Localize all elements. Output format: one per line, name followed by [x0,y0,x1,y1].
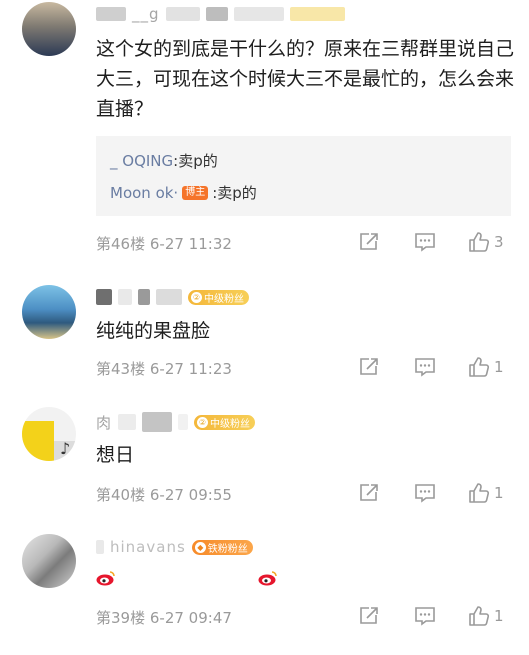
username-row[interactable]: ② 中级粉丝 [96,287,249,307]
like-count: 1 [494,484,504,502]
badge-label: 中级粉丝 [210,418,251,430]
share-button[interactable] [358,357,380,377]
timestamp: 6-27 11:23 [149,360,232,378]
floor-number: 第40楼 [96,486,146,504]
reply-line[interactable]: _ OQING : 卖p的 [110,150,218,171]
comment-text: 这个女的到底是干什么的？原来在三帮群里说自己大三，可现在这个时候大三不是最忙的，… [96,38,515,120]
thumb-up-icon [469,606,490,626]
share-button[interactable] [358,606,380,626]
reply-username[interactable]: _ OQING [110,152,173,170]
reply-preview[interactable]: _ OQING : 卖p的 Moon ok· 博主 : 卖p的 [96,136,511,216]
like-button[interactable]: 3 [468,232,504,252]
share-icon [360,358,378,375]
username[interactable]: hinavans [110,538,186,556]
like-button[interactable]: 1 [468,483,504,503]
host-tag: 博主 [182,185,209,200]
share-button[interactable] [358,232,380,252]
reply-line[interactable]: Moon ok· 博主 : 卖p的 [110,182,257,203]
floor-number: 第39楼 [96,609,146,627]
username-row[interactable]: 肉 ② 中级粉丝 [96,412,256,433]
comment-meta: 第40楼 6-27 09:55 [96,484,232,505]
thumb-up-icon [469,483,490,503]
timestamp: 6-27 11:32 [149,235,232,253]
badge-label: 中级粉丝 [204,293,244,305]
fan-badge-icon: ② [197,416,209,428]
reply-button[interactable] [414,232,436,252]
weibo-emoji-icon [96,571,115,586]
share-icon [360,607,378,624]
timestamp: 6-27 09:55 [149,486,232,504]
comment-meta: 第46楼 6-27 11:32 [96,233,232,254]
comment-icon [415,484,435,503]
fan-level-badge: ② 中级粉丝 [194,414,256,430]
avatar[interactable] [22,2,76,56]
avatar[interactable] [22,534,76,588]
floor-number: 第43楼 [96,360,146,378]
like-button[interactable]: 1 [468,357,504,377]
share-button[interactable] [358,483,380,503]
share-icon [360,233,378,250]
username[interactable]: __g [132,5,160,23]
weibo-emoji-icon [258,571,277,586]
comment-actions: 1 [358,483,518,505]
like-count: 3 [494,233,504,251]
comment-meta: 第43楼 6-27 11:23 [96,358,232,379]
comment-actions: 1 [358,606,518,628]
comment-text: 纯纯的果盘脸 [96,320,211,342]
username-row[interactable]: __g [96,4,345,24]
comment-actions: 1 [358,357,518,379]
username[interactable]: 肉 [96,412,112,433]
fan-level-badge: ◆ 铁粉粉丝 [191,539,253,555]
fan-badge-icon: ② [191,291,202,303]
fan-level-badge: ② 中级粉丝 [188,289,249,305]
like-button[interactable]: 1 [468,606,504,626]
like-count: 1 [494,358,504,376]
like-count: 1 [494,607,504,625]
fan-badge-icon: ◆ [194,541,206,553]
floor-number: 第46楼 [96,235,146,253]
thumb-up-icon [469,357,490,377]
comment-text: 想日 [96,444,135,466]
comment-meta: 第39楼 6-27 09:47 [96,607,232,628]
reply-button[interactable] [414,606,436,626]
username-row[interactable]: hinavans ◆ 铁粉粉丝 [96,537,253,557]
reply-text: 卖p的 [178,152,218,170]
share-icon [360,484,378,501]
comment-icon [415,607,435,626]
reply-username[interactable]: Moon ok· [110,184,178,202]
comment-actions: 3 [358,232,518,254]
comment-icon [415,233,435,252]
avatar[interactable] [22,285,76,339]
timestamp: 6-27 09:47 [149,609,232,627]
badge-label: 铁粉粉丝 [207,543,248,555]
comment-icon [415,358,435,377]
avatar[interactable]: ♪ [22,407,76,461]
thumb-up-icon [469,232,490,252]
reply-text: 卖p的 [217,184,257,202]
reply-button[interactable] [414,357,436,377]
reply-button[interactable] [414,483,436,503]
